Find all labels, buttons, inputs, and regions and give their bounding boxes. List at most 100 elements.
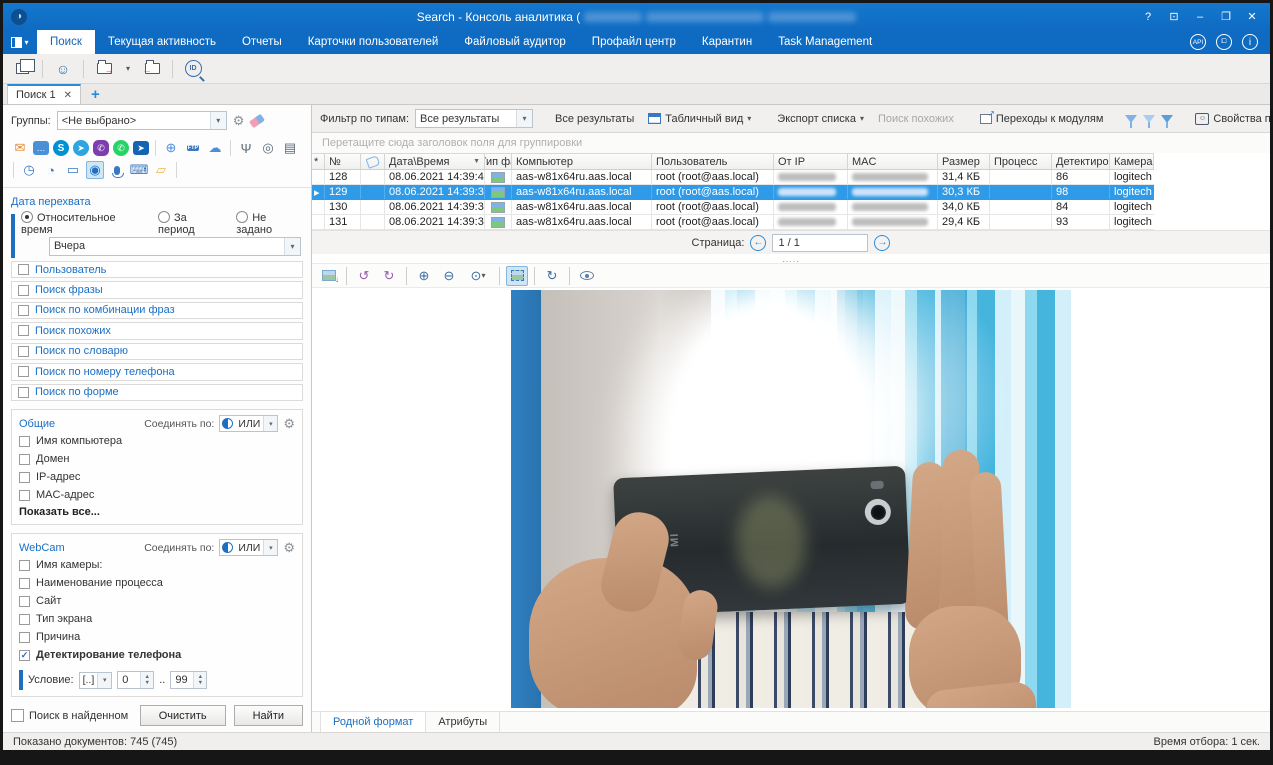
device-search-icon[interactable]: ◎ <box>259 139 277 157</box>
find-button[interactable]: Найти <box>234 705 303 726</box>
webcam-reason[interactable]: Причина <box>19 628 295 646</box>
col-camera[interactable]: Камера <box>1110 154 1154 169</box>
monitor-icon[interactable]: ▭ <box>64 161 82 179</box>
chevron-down-icon[interactable]: ▾ <box>516 110 532 127</box>
messenger-icon[interactable]: ➤ <box>133 141 149 155</box>
webcam-screen-type[interactable]: Тип экрана <box>19 610 295 628</box>
usb-icon[interactable]: Ψ <box>237 139 255 157</box>
zoom-in-button[interactable]: ⊕ <box>413 266 435 286</box>
chevron-down-icon[interactable]: ▾ <box>97 673 111 688</box>
restore-button[interactable]: ❐ <box>1214 7 1238 27</box>
clear-button[interactable]: Очистить <box>140 705 226 726</box>
export-dropdown-button[interactable]: ▾ <box>121 57 135 81</box>
cloud-icon[interactable]: ☁ <box>206 139 224 157</box>
search-criterion-dictionary[interactable]: Поиск по словарю <box>11 343 303 360</box>
webcam-camera-name[interactable]: Имя камеры: <box>19 556 295 574</box>
menu-item-reports[interactable]: Отчеты <box>229 30 295 54</box>
tab-close-icon[interactable]: ✕ <box>64 90 72 101</box>
col-from-ip[interactable]: От IP <box>774 154 848 169</box>
filter-funnel-icon[interactable] <box>1125 115 1137 123</box>
export-list-button[interactable]: Экспорт списка▾ <box>773 110 868 128</box>
tab-search-1[interactable]: Поиск 1 ✕ <box>7 84 81 104</box>
fit-to-window-button[interactable] <box>506 266 528 286</box>
filter-funnel-clear-icon[interactable] <box>1143 115 1155 123</box>
spinner-arrows-icon[interactable]: ▲▼ <box>140 672 153 688</box>
search-by-id-button[interactable]: ID <box>180 57 206 81</box>
col-date[interactable]: Дата\Время▼ <box>385 154 485 169</box>
rotate-left-button[interactable]: ↺ <box>353 266 375 286</box>
ftp-icon[interactable]: FTP <box>184 139 202 157</box>
im-icon[interactable]: … <box>33 141 49 155</box>
menu-item-file-auditor[interactable]: Файловый аудитор <box>451 30 579 54</box>
checkbox[interactable] <box>18 346 29 357</box>
package-icon[interactable]: ⧠ <box>1216 34 1232 50</box>
col-tag[interactable] <box>361 154 385 169</box>
col-user[interactable]: Пользователь <box>652 154 774 169</box>
checkbox[interactable] <box>19 436 30 447</box>
zoom-level-button[interactable]: ⊙▾ <box>463 266 493 286</box>
prev-page-icon[interactable]: ← <box>750 235 766 251</box>
common-computer-name[interactable]: Имя компьютера <box>19 432 295 450</box>
clear-groups-icon[interactable] <box>249 113 265 128</box>
chevron-down-icon[interactable]: ▾ <box>263 540 277 555</box>
chevron-down-icon[interactable]: ▾ <box>284 238 300 255</box>
app-menu-button[interactable]: ▾ <box>3 30 37 54</box>
mail-icon[interactable]: ✉ <box>11 139 29 157</box>
search-similar-button[interactable]: Поиск похожих <box>874 110 958 128</box>
checkbox[interactable] <box>18 387 29 398</box>
filter-type-select[interactable]: Все результаты ▾ <box>415 109 533 128</box>
next-page-icon[interactable]: → <box>874 235 890 251</box>
pin-window-button[interactable]: ⊡ <box>1162 7 1186 27</box>
checkbox[interactable] <box>19 560 30 571</box>
api-icon[interactable]: API <box>1190 34 1206 50</box>
save-image-button[interactable] <box>318 266 340 286</box>
checkbox[interactable] <box>19 632 30 643</box>
splitter-handle[interactable]: ..... <box>312 254 1270 263</box>
checkbox[interactable] <box>11 709 24 722</box>
webcam-icon[interactable]: ◉ <box>86 161 104 179</box>
filter-funnel-add-icon[interactable] <box>1161 115 1173 123</box>
groups-select[interactable]: <Не выбрано> ▾ <box>57 111 227 130</box>
checkbox[interactable] <box>19 578 30 589</box>
col-mac[interactable]: MAC <box>848 154 938 169</box>
webcam-site[interactable]: Сайт <box>19 592 295 610</box>
skype-icon[interactable]: S <box>53 140 69 156</box>
table-row[interactable]: 131 08.06.2021 14:39:33 aas-w81x64ru.aas… <box>312 215 1154 230</box>
search-criterion-phone-number[interactable]: Поиск по номеру телефона <box>11 363 303 380</box>
rotate-right-button[interactable]: ↻ <box>378 266 400 286</box>
chevron-down-icon[interactable]: ▾ <box>263 416 277 431</box>
table-row-selected[interactable]: ▸ 129 08.06.2021 14:39:38 aas-w81x64ru.a… <box>312 185 1154 200</box>
checkbox[interactable] <box>19 614 30 625</box>
checkbox[interactable] <box>18 285 29 296</box>
tab-native-format[interactable]: Родной формат <box>320 712 426 732</box>
webcam-join-select[interactable]: ИЛИ ▾ <box>219 539 278 556</box>
search-in-found-checkbox[interactable]: Поиск в найденном <box>11 709 132 722</box>
viber-icon[interactable]: ✆ <box>93 140 109 156</box>
col-detect[interactable]: Детектирова <box>1052 154 1110 169</box>
user-properties-button[interactable]: ☺Свойства пользо... <box>1191 110 1270 128</box>
http-icon[interactable]: ⊕ <box>162 139 180 157</box>
checkbox[interactable] <box>18 305 29 316</box>
col-process[interactable]: Процесс <box>990 154 1052 169</box>
clock-icon[interactable]: ◷ <box>20 161 38 179</box>
common-mac-address[interactable]: MAC-адрес <box>19 486 295 504</box>
condition-from-stepper[interactable]: 0 ▲▼ <box>117 671 154 689</box>
col-num[interactable]: № <box>325 154 361 169</box>
whatsapp-icon[interactable]: ✆ <box>113 140 129 156</box>
checkbox[interactable] <box>18 325 29 336</box>
search-criterion-similar[interactable]: Поиск похожих <box>11 322 303 339</box>
checkbox[interactable] <box>19 472 30 483</box>
checkbox[interactable] <box>19 490 30 501</box>
common-ip-address[interactable]: IP-адрес <box>19 468 295 486</box>
printer-icon[interactable]: ▤ <box>281 139 299 157</box>
common-domain[interactable]: Домен <box>19 450 295 468</box>
menu-item-quarantine[interactable]: Карантин <box>689 30 765 54</box>
view-button[interactable] <box>576 266 598 286</box>
tab-attributes[interactable]: Атрибуты <box>426 712 500 732</box>
menu-item-user-cards[interactable]: Карточки пользователей <box>295 30 452 54</box>
webcam-process-name[interactable]: Наименование процесса <box>19 574 295 592</box>
menu-item-profile-center[interactable]: Профайл центр <box>579 30 689 54</box>
telegram-icon[interactable]: ➤ <box>73 140 89 156</box>
common-join-select[interactable]: ИЛИ ▾ <box>219 415 278 432</box>
show-all-link[interactable]: Показать все... <box>19 506 295 518</box>
